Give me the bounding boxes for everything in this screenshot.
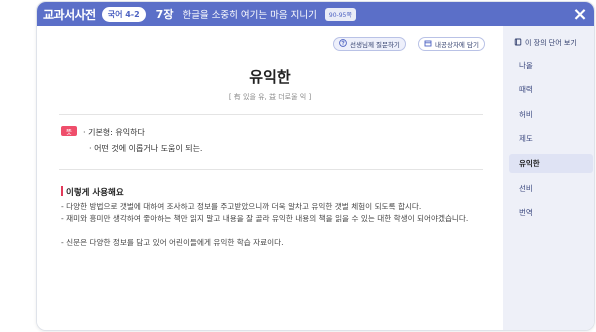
sidebar-item-label: 나올 <box>519 61 533 70</box>
usage-title: 이렇게 사용해요 <box>66 188 124 198</box>
sidebar-item-label: 때력 <box>519 85 533 94</box>
save-to-box-label: 내공상자에 담기 <box>435 41 479 49</box>
header-bar: 교과서사전 국어 4-2 7장 한글을 소중히 여기는 마음 지니기 90-95… <box>37 2 594 26</box>
word-title: 유익한 <box>249 68 291 86</box>
meaning-badge: 뜻 <box>61 126 77 136</box>
question-icon <box>339 39 347 49</box>
grade-badge: 국어 4-2 <box>101 6 146 22</box>
ask-teacher-label: 선생님께 질문하기 <box>350 41 400 49</box>
word-list-sidebar: 이 장의 단어 보기 나올 때력 허비 제도 유익한 선비 번역 <box>503 26 594 330</box>
sidebar-item[interactable]: 때력 <box>509 80 593 99</box>
close-button[interactable]: × <box>570 3 590 25</box>
usage-example: - 다양한 방법으로 갯벌에 대하여 조사하고 정보를 주고받았으니까 더욱 알… <box>61 202 422 211</box>
ask-teacher-button[interactable]: 선생님께 질문하기 <box>333 37 406 51</box>
save-to-box-button[interactable]: 내공상자에 담기 <box>418 37 485 51</box>
word-detail-panel: 선생님께 질문하기 내공상자에 담기 유익한 [ 有 있을 유, 益 더로울 익… <box>37 26 503 330</box>
chapter-number: 7장 <box>155 8 174 21</box>
chapter-words-button[interactable]: 이 장의 단어 보기 <box>514 38 577 48</box>
sidebar-item-label: 허비 <box>519 110 533 119</box>
usage-accent-bar <box>61 186 63 196</box>
sidebar-item-label: 유익한 <box>519 159 540 168</box>
base-form: · 기본형: 유익하다 <box>83 128 145 137</box>
sidebar-item[interactable]: 허비 <box>509 105 593 124</box>
usage-example: - 재미와 흥미만 생각하여 좋아하는 책만 읽지 말고 내용을 잘 골라 유익… <box>61 214 469 223</box>
page-range-badge: 90-95쪽 <box>324 7 356 21</box>
chapter-title: 한글을 소중히 여기는 마음 지니기 <box>182 10 317 21</box>
sidebar-item-active[interactable]: 유익한 <box>509 154 593 173</box>
dictionary-window: 교과서사전 국어 4-2 7장 한글을 소중히 여기는 마음 지니기 90-95… <box>36 1 595 331</box>
sidebar-item-label: 선비 <box>519 184 533 193</box>
close-icon: × <box>572 3 588 25</box>
sidebar-item[interactable]: 제도 <box>509 129 593 148</box>
box-icon <box>424 39 432 49</box>
chapter-words-label: 이 장의 단어 보기 <box>525 39 577 47</box>
app-title: 교과서사전 <box>43 7 96 22</box>
book-icon <box>514 38 522 48</box>
usage-example: - 신문은 다양한 정보를 담고 있어 어린이들에게 유익한 학습 자료이다. <box>61 238 284 247</box>
divider <box>59 114 483 115</box>
sidebar-item[interactable]: 번역 <box>509 203 593 222</box>
sidebar-item-label: 제도 <box>519 134 533 143</box>
sidebar-item[interactable]: 나올 <box>509 56 593 75</box>
hanja-reading: [ 有 있을 유, 益 더로울 익 ] <box>228 93 312 101</box>
definition: · 어떤 것에 이롭거나 도움이 되는. <box>89 144 203 153</box>
sidebar-item-label: 번역 <box>519 208 533 217</box>
sidebar-item[interactable]: 선비 <box>509 179 593 198</box>
divider <box>59 169 483 170</box>
